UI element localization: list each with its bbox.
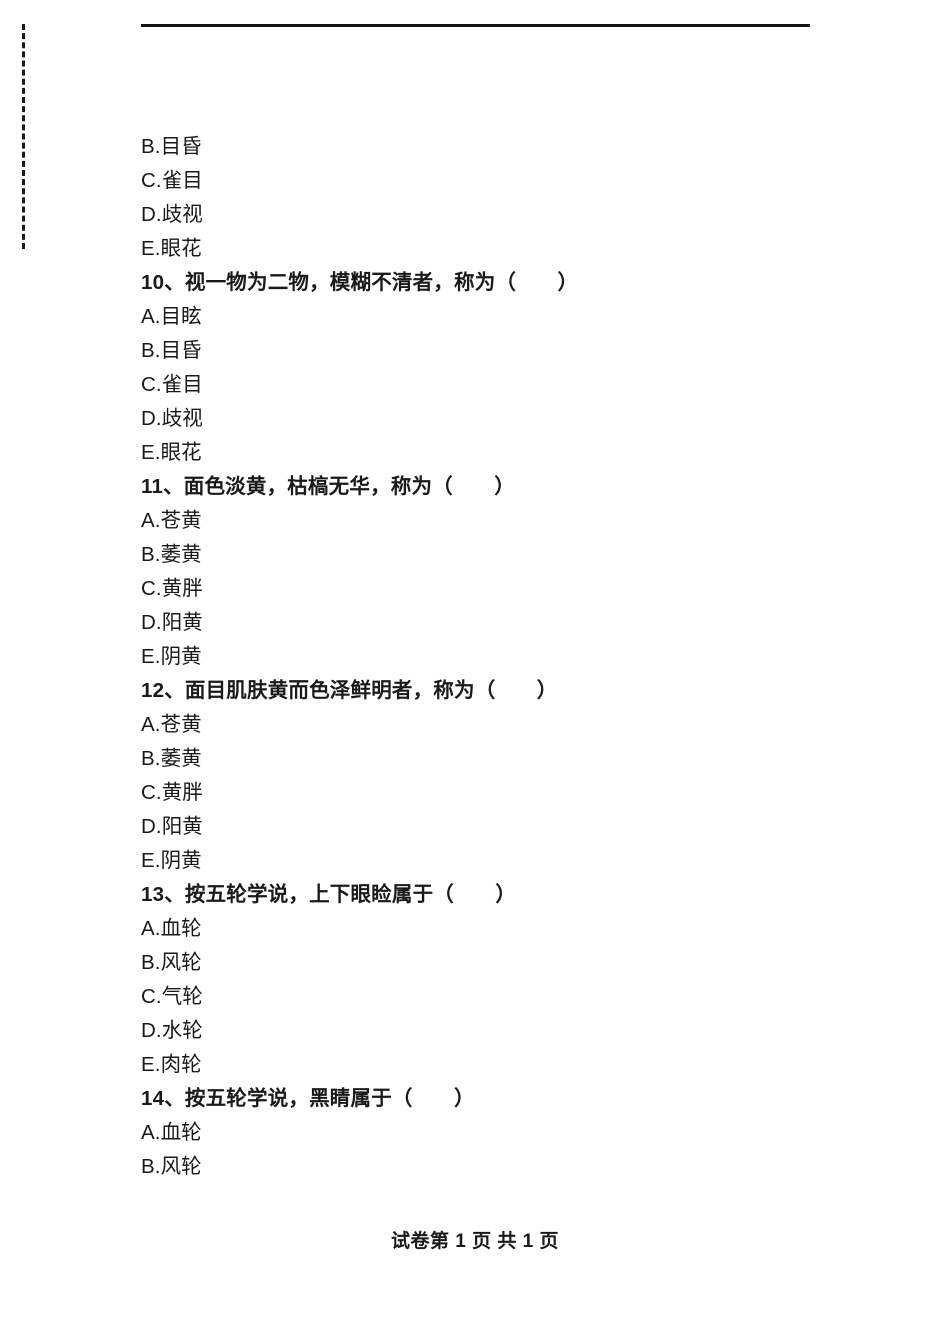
option-line: B.风轮: [141, 951, 202, 974]
option-line: E.肉轮: [141, 1053, 202, 1076]
option-line: D.水轮: [141, 1019, 203, 1042]
question-line: 12、面目肌肤黄而色泽鲜明者，称为（ ）: [141, 679, 558, 702]
page-footer: 试卷第 1 页 共 1 页: [390, 1231, 560, 1252]
option-line: C.雀目: [141, 169, 203, 192]
header-rule: [141, 24, 810, 27]
option-line: C.气轮: [141, 985, 203, 1008]
exam-page: B.目昏 C.雀目 D.歧视 E.眼花 10、视一物为二物，模糊不清者，称为（ ） A.目…: [0, 0, 950, 1344]
option-line: B.目昏: [141, 135, 202, 158]
option-line: C.雀目: [141, 373, 203, 396]
question-line: 14、按五轮学说，黑睛属于（ ）: [141, 1087, 475, 1110]
option-line: D.阳黄: [141, 611, 203, 634]
option-line: B.萎黄: [141, 543, 202, 566]
option-line: E.眼花: [141, 441, 202, 464]
question-list: B.目昏 C.雀目 D.歧视 E.眼花 10、视一物为二物，模糊不清者，称为（ ） A.目…: [141, 130, 841, 1184]
option-line: B.萎黄: [141, 747, 202, 770]
option-line: A.血轮: [141, 917, 202, 940]
option-line: A.血轮: [141, 1121, 202, 1144]
question-line: 11、面色淡黄，枯槁无华，称为（ ）: [141, 475, 515, 498]
option-line: A.苍黄: [141, 509, 202, 532]
binding-dashed-line: [22, 24, 25, 249]
option-line: C.黄胖: [141, 781, 203, 804]
option-line: E.阴黄: [141, 645, 202, 668]
option-line: E.眼花: [141, 237, 202, 260]
option-line: B.目昏: [141, 339, 202, 362]
option-line: A.目眩: [141, 305, 202, 328]
question-line: 13、按五轮学说，上下眼睑属于（ ）: [141, 883, 517, 906]
option-line: E.阴黄: [141, 849, 202, 872]
option-line: B.风轮: [141, 1155, 202, 1178]
question-line: 10、视一物为二物，模糊不清者，称为（ ）: [141, 271, 579, 294]
option-line: D.歧视: [141, 407, 203, 430]
option-line: C.黄胖: [141, 577, 203, 600]
option-line: D.阳黄: [141, 815, 203, 838]
option-line: D.歧视: [141, 203, 203, 226]
option-line: A.苍黄: [141, 713, 202, 736]
